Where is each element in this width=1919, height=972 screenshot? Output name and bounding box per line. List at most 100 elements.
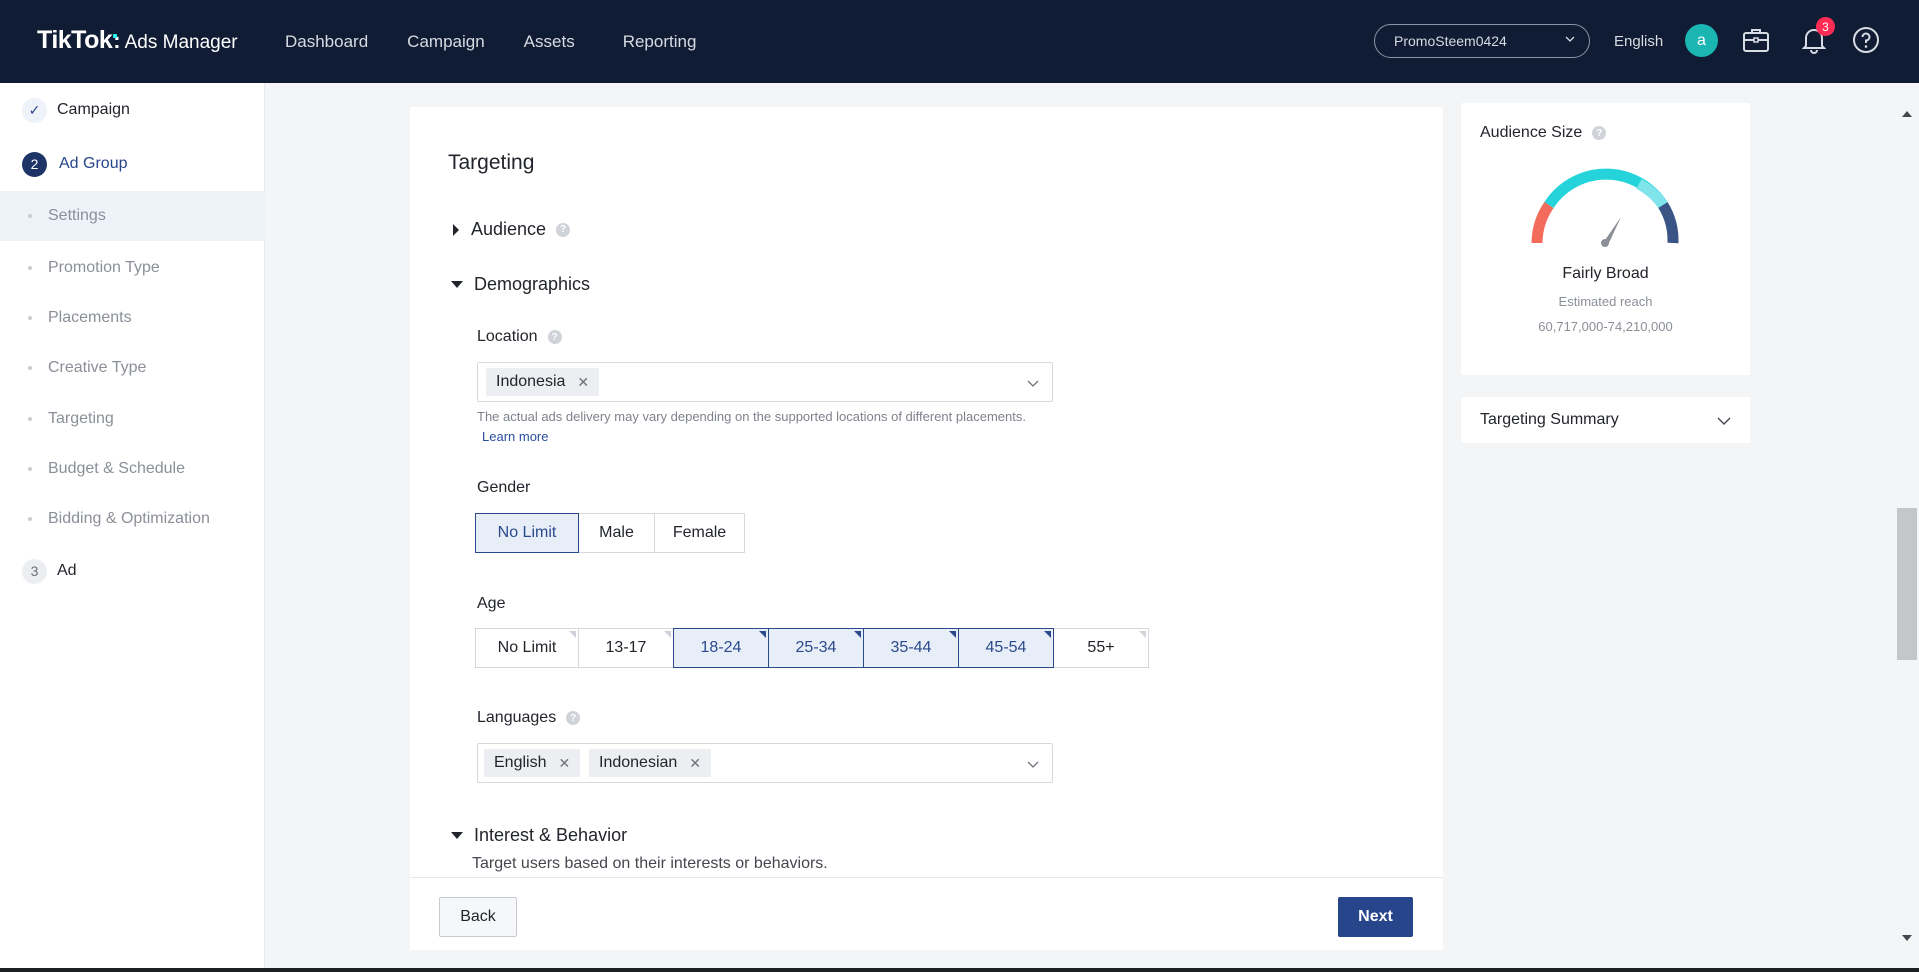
gender-label: Gender — [477, 479, 531, 496]
logo-colon: : — [113, 28, 121, 53]
age-option-18-24[interactable]: 18-24 — [673, 628, 769, 668]
scroll-down-arrow[interactable] — [1902, 935, 1912, 941]
sidebar-item-settings[interactable]: Settings — [0, 191, 265, 241]
section-title: Targeting — [448, 151, 535, 174]
close-icon[interactable]: ✕ — [577, 374, 589, 391]
tag-label: Indonesian — [599, 754, 678, 771]
help-icon[interactable] — [1850, 24, 1882, 56]
chevron-down-icon — [1565, 36, 1575, 42]
age-option-label: 25-34 — [795, 639, 837, 656]
step-label: Campaign — [57, 101, 130, 118]
sidebar-item-placements[interactable]: Placements — [0, 293, 265, 343]
gender-option-female[interactable]: Female — [654, 513, 745, 553]
age-option-no-limit[interactable]: No Limit — [475, 628, 579, 668]
close-icon[interactable]: ✕ — [689, 755, 701, 772]
interest-behavior-toggle[interactable]: Interest & Behavior — [448, 825, 627, 846]
targeting-summary-title: Targeting Summary — [1480, 411, 1619, 428]
sidebar-item-bidding-optimization[interactable]: Bidding & Optimization — [0, 494, 265, 544]
audience-toggle[interactable]: Audience ? — [448, 219, 571, 240]
age-option-55-plus[interactable]: 55+ — [1053, 628, 1149, 668]
account-select[interactable]: PromoSteem0424 — [1374, 24, 1590, 58]
audience-size-card: Audience Size ? Fairly Broad Estimated r… — [1461, 103, 1750, 375]
gender-options: No Limit Male Female — [475, 513, 745, 553]
scroll-thumb[interactable] — [1897, 508, 1917, 660]
corner-mark — [1044, 631, 1051, 638]
corner-mark — [759, 631, 766, 638]
bullet — [28, 417, 32, 421]
languages-select[interactable]: English ✕ Indonesian ✕ — [477, 743, 1053, 783]
page-scrollbar[interactable] — [1896, 103, 1919, 950]
language-tag-english: English ✕ — [484, 749, 581, 777]
sidebar-item-promotion-type[interactable]: Promotion Type — [0, 243, 265, 293]
tag-label: English — [494, 754, 547, 771]
sidebar-item-label: Settings — [48, 207, 106, 224]
location-select[interactable]: Indonesia ✕ — [477, 362, 1053, 402]
corner-mark — [854, 631, 861, 638]
learn-more-link[interactable]: Learn more — [482, 429, 548, 444]
location-tag: Indonesia ✕ — [486, 368, 600, 396]
sidebar-item-label: Creative Type — [48, 359, 147, 376]
sidebar-item-budget-schedule[interactable]: Budget & Schedule — [0, 444, 265, 494]
age-option-13-17[interactable]: 13-17 — [578, 628, 674, 668]
sidebar-item-creative-type[interactable]: Creative Type — [0, 343, 265, 393]
briefcase-icon[interactable] — [1740, 24, 1772, 56]
demographics-toggle[interactable]: Demographics — [448, 274, 590, 295]
next-button[interactable]: Next — [1338, 897, 1413, 937]
age-option-label: 55+ — [1087, 639, 1115, 656]
close-icon[interactable]: ✕ — [558, 755, 570, 772]
sidebar-item-label: Targeting — [48, 410, 114, 427]
bullet — [28, 517, 32, 521]
nav-campaign[interactable]: Campaign — [407, 32, 485, 52]
sidebar-item-label: Bidding & Optimization — [48, 510, 210, 527]
corner-mark — [664, 631, 671, 638]
gender-option-male[interactable]: Male — [578, 513, 655, 553]
age-options: No Limit 13-17 18-24 25-34 35-44 45-54 5… — [475, 628, 1149, 668]
age-option-label: 35-44 — [890, 639, 932, 656]
help-icon[interactable]: ? — [566, 711, 581, 725]
action-footer: Back Next — [410, 877, 1443, 950]
nav-reporting[interactable]: Reporting — [623, 32, 697, 52]
language-switch[interactable]: English — [1614, 33, 1663, 50]
step-ad[interactable]: 3 Ad — [0, 551, 265, 591]
audience-gauge — [1531, 168, 1679, 247]
sidebar-item-targeting[interactable]: Targeting — [0, 394, 265, 444]
location-hint: The actual ads delivery may vary dependi… — [477, 409, 1026, 424]
avatar[interactable]: a — [1685, 24, 1718, 57]
gender-option-no-limit[interactable]: No Limit — [475, 513, 579, 553]
nav-assets[interactable]: Assets — [524, 32, 575, 52]
help-icon[interactable]: ? — [556, 222, 571, 237]
sidebar-item-label: Promotion Type — [48, 259, 160, 276]
notification-bell-icon[interactable]: 3 — [1798, 17, 1835, 56]
logo-brand: TikTok — [37, 26, 113, 54]
scroll-up-arrow[interactable] — [1902, 111, 1912, 117]
targeting-summary-card[interactable]: Targeting Summary — [1461, 397, 1750, 443]
chevron-down-icon[interactable] — [1717, 414, 1731, 428]
age-option-45-54[interactable]: 45-54 — [958, 628, 1054, 668]
caret-down-icon — [451, 281, 463, 288]
audience-label: Audience — [471, 219, 547, 239]
age-option-label: 45-54 — [985, 639, 1027, 656]
corner-mark — [569, 631, 576, 638]
demographics-label: Demographics — [474, 274, 591, 294]
top-bar: TikTok : Ads Manager Dashboard Campaign … — [0, 0, 1919, 83]
step-ad-group[interactable]: 2 Ad Group — [0, 144, 265, 184]
nav-dashboard[interactable]: Dashboard — [285, 32, 368, 52]
step-campaign[interactable]: ✓ Campaign — [0, 90, 265, 130]
step-label: Ad — [57, 562, 77, 579]
estimated-reach-value: 60,717,000-74,210,000 — [1538, 319, 1673, 334]
help-icon[interactable]: ? — [1592, 126, 1607, 140]
interest-behavior-description: Target users based on their interests or… — [472, 855, 828, 872]
help-icon[interactable]: ? — [547, 330, 562, 344]
bullet — [28, 467, 32, 471]
notification-badge: 3 — [1816, 17, 1835, 36]
age-option-25-34[interactable]: 25-34 — [768, 628, 864, 668]
chevron-down-icon — [1027, 761, 1039, 768]
caret-right-icon — [453, 223, 459, 236]
sidebar-item-label: Placements — [48, 309, 132, 326]
tiktok-ads-manager-logo[interactable]: TikTok : Ads Manager — [37, 26, 238, 55]
tag-label: Indonesia — [496, 373, 566, 390]
audience-level: Fairly Broad — [1562, 265, 1649, 282]
age-option-35-44[interactable]: 35-44 — [863, 628, 959, 668]
back-button[interactable]: Back — [439, 897, 517, 937]
bullet — [28, 266, 32, 270]
